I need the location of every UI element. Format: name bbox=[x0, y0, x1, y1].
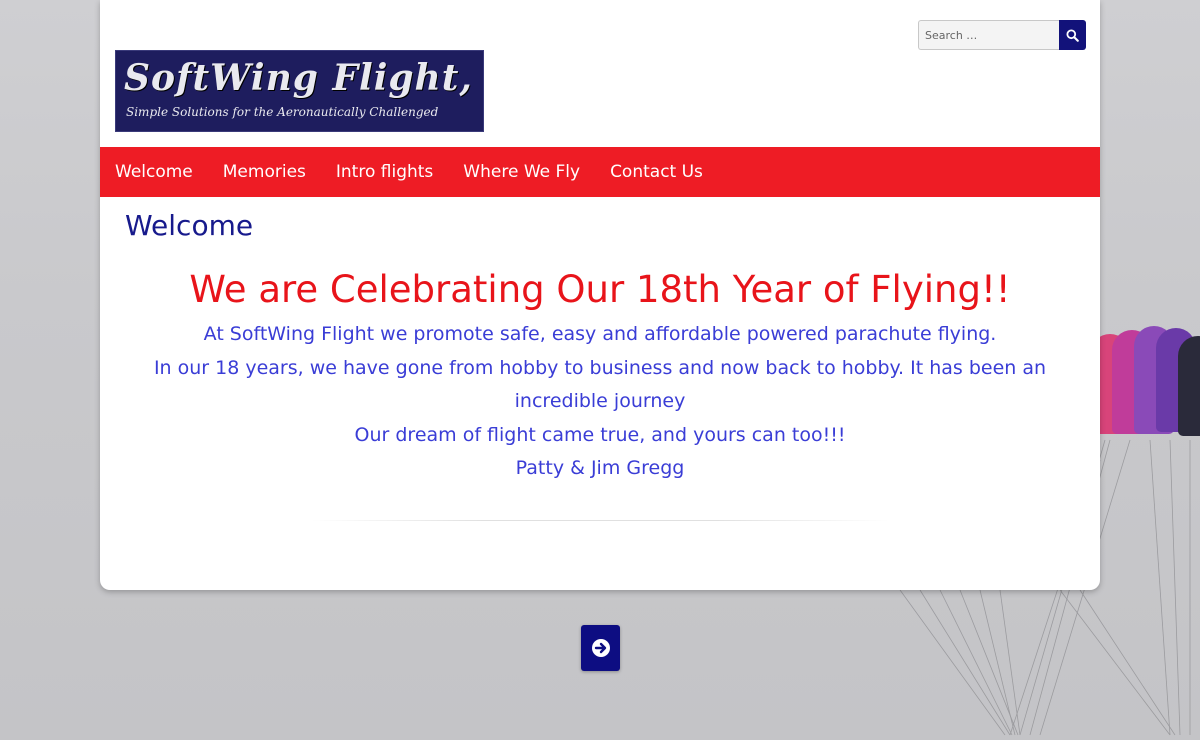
nav-item-intro-flights[interactable]: Intro flights bbox=[321, 147, 448, 197]
welcome-content: We are Celebrating Our 18th Year of Flyi… bbox=[120, 262, 1080, 486]
nav-item-contact-us[interactable]: Contact Us bbox=[595, 147, 718, 197]
parachute-canopy-decoration bbox=[1090, 326, 1200, 446]
logo-tagline: Simple Solutions for the Aeronautically … bbox=[126, 105, 439, 119]
celebration-headline: We are Celebrating Our 18th Year of Flyi… bbox=[189, 268, 1011, 311]
dream-paragraph: Our dream of flight came true, and yours… bbox=[354, 423, 846, 446]
page-title: Welcome bbox=[125, 209, 254, 242]
search-form bbox=[918, 20, 1086, 50]
nav-item-memories[interactable]: Memories bbox=[208, 147, 321, 197]
nav-item-welcome[interactable]: Welcome bbox=[100, 147, 208, 197]
arrow-circle-right-icon bbox=[591, 639, 610, 657]
nav-item-where-we-fly[interactable]: Where We Fly bbox=[448, 147, 595, 197]
main-nav: Welcome Memories Intro flights Where We … bbox=[100, 147, 1100, 197]
next-page-button[interactable] bbox=[581, 625, 620, 671]
intro-paragraph: At SoftWing Flight we promote safe, easy… bbox=[203, 323, 997, 345]
page-container: SoftWing Flight, LLC. Simple Solutions f… bbox=[100, 0, 1100, 590]
content-divider bbox=[310, 520, 890, 521]
search-button[interactable] bbox=[1059, 20, 1086, 50]
site-logo[interactable]: SoftWing Flight, LLC. Simple Solutions f… bbox=[115, 50, 484, 132]
search-input[interactable] bbox=[918, 20, 1059, 50]
logo-title: SoftWing Flight, LLC. bbox=[124, 57, 483, 99]
search-icon bbox=[1066, 28, 1079, 42]
signature: Patty & Jim Gregg bbox=[515, 457, 685, 479]
history-paragraph: In our 18 years, we have gone from hobby… bbox=[153, 356, 1047, 413]
